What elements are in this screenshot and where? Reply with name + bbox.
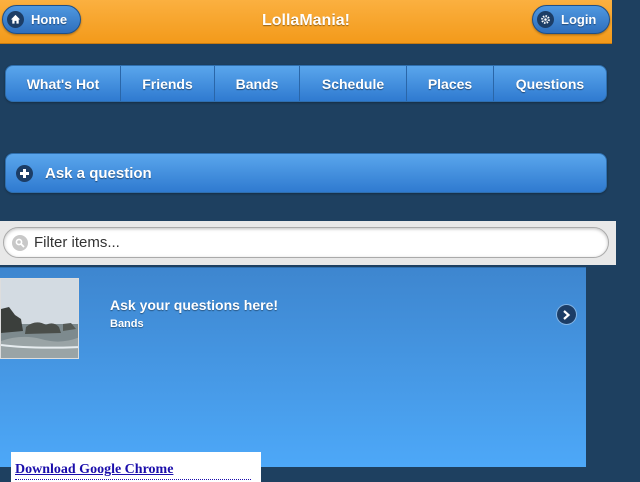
filter-placeholder: Filter items... [34, 234, 120, 251]
tab-places[interactable]: Places [407, 66, 494, 101]
app-header: Home LollaMania! Login [0, 0, 612, 44]
tab-schedule[interactable]: Schedule [300, 66, 407, 101]
item-thumbnail [0, 278, 79, 359]
filter-input[interactable]: Filter items... [3, 227, 609, 258]
tab-friends[interactable]: Friends [121, 66, 215, 101]
list-item[interactable]: Ask your questions here! Bands [0, 267, 586, 467]
download-chrome-link[interactable]: Download Google Chrome [15, 462, 173, 478]
item-title: Ask your questions here! [110, 297, 279, 313]
tab-whats-hot[interactable]: What's Hot [6, 66, 121, 101]
search-icon [12, 234, 28, 251]
tab-bands[interactable]: Bands [215, 66, 300, 101]
plus-icon [16, 164, 33, 182]
tab-questions[interactable]: Questions [494, 66, 606, 101]
nav-bar: What's Hot Friends Bands Schedule Places… [5, 65, 607, 102]
item-subtitle: Bands [110, 318, 144, 330]
ask-question-button[interactable]: Ask a question [5, 153, 607, 193]
ask-question-label: Ask a question [45, 164, 152, 182]
ad-box: Download Google Chrome [11, 452, 261, 482]
chevron-right-icon[interactable] [557, 305, 576, 324]
login-button-label: Login [561, 12, 597, 27]
page-title: LollaMania! [261, 12, 350, 29]
login-button[interactable]: Login [532, 5, 610, 34]
gear-icon [537, 11, 554, 28]
filter-bar: Filter items... [0, 221, 616, 265]
